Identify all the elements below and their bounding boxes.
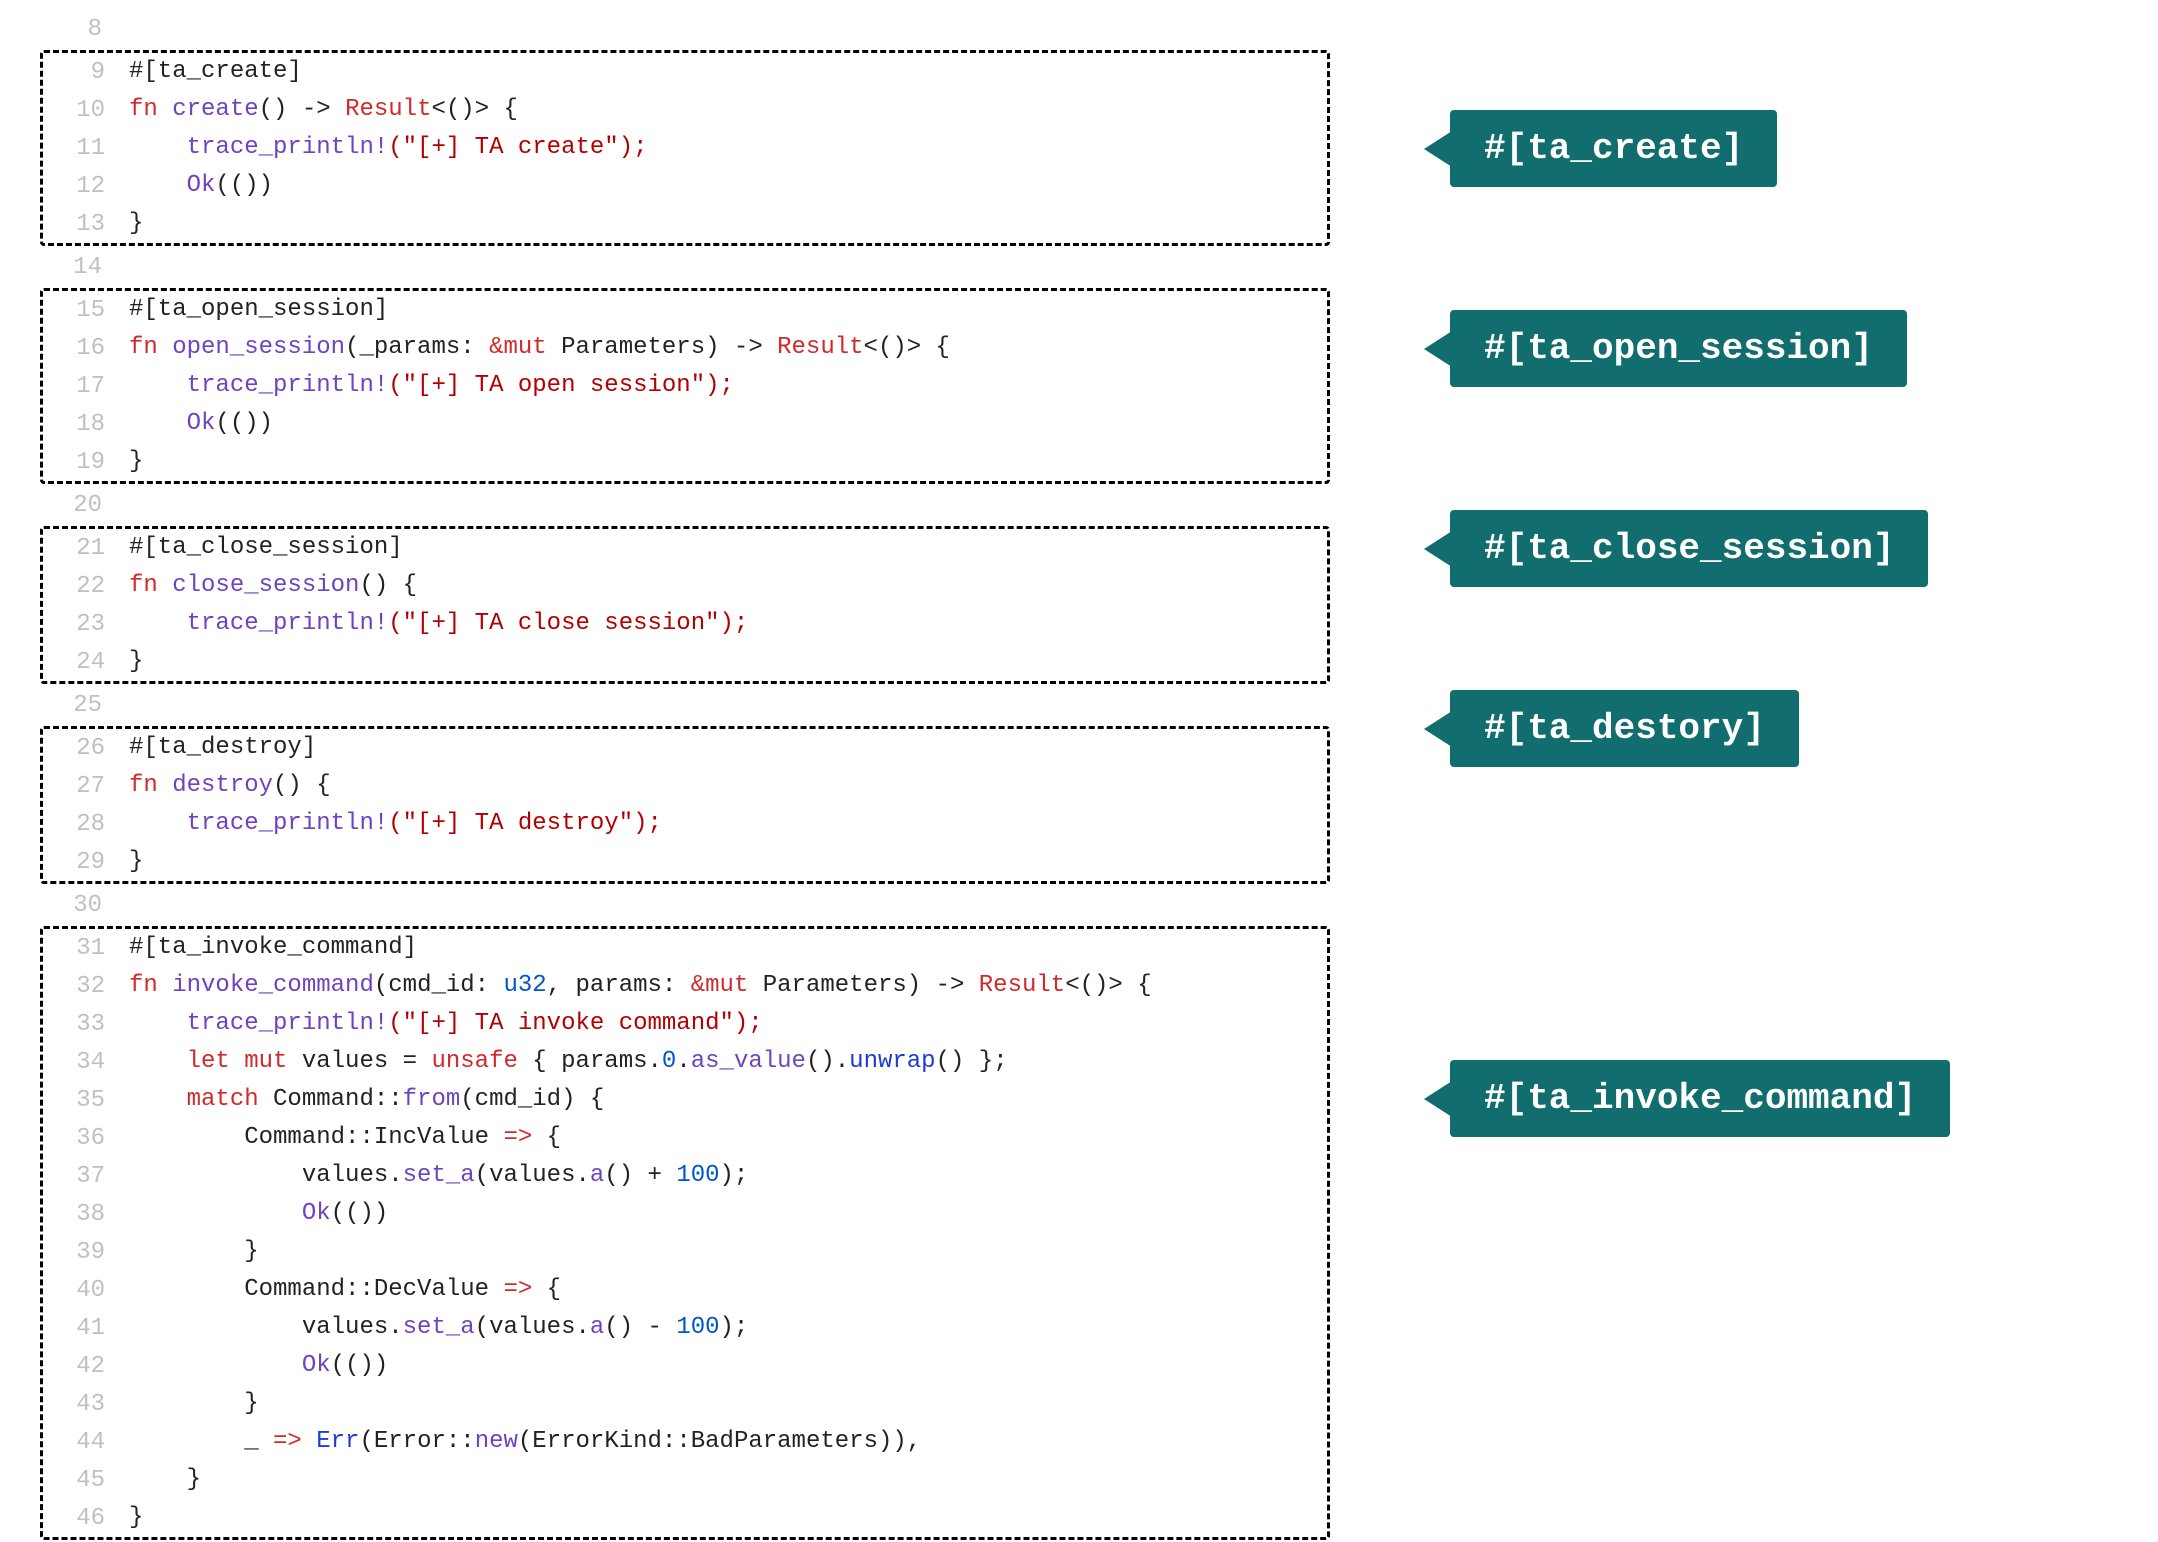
code-line: 8: [40, 10, 1330, 48]
line-number: 8: [40, 16, 116, 43]
code-block-ta-destroy: 26 #[ta_destroy] 27 fn destroy() { 28 tr…: [40, 726, 1330, 884]
code-block-ta-close-session: 21 #[ta_close_session] 22 fn close_sessi…: [40, 526, 1330, 684]
code-block-ta-invoke-command: 31 #[ta_invoke_command] 32 fn invoke_com…: [40, 926, 1330, 1540]
code-block-ta-open-session: 15 #[ta_open_session] 16 fn open_session…: [40, 288, 1330, 484]
chip-ta-destory: #[ta_destory]: [1450, 690, 1799, 767]
chip-ta-create: #[ta_create]: [1450, 110, 1777, 187]
code-column: 8 9 #[ta_create] 10 fn create() -> Resul…: [40, 10, 1330, 1542]
labels-column: #[ta_create] #[ta_open_session] #[ta_clo…: [1450, 10, 2118, 1542]
code-block-ta-create: 9 #[ta_create] 10 fn create() -> Result<…: [40, 50, 1330, 246]
chip-ta-invoke-command: #[ta_invoke_command]: [1450, 1060, 1950, 1137]
chip-ta-close-session: #[ta_close_session]: [1450, 510, 1928, 587]
chip-ta-open-session: #[ta_open_session]: [1450, 310, 1907, 387]
